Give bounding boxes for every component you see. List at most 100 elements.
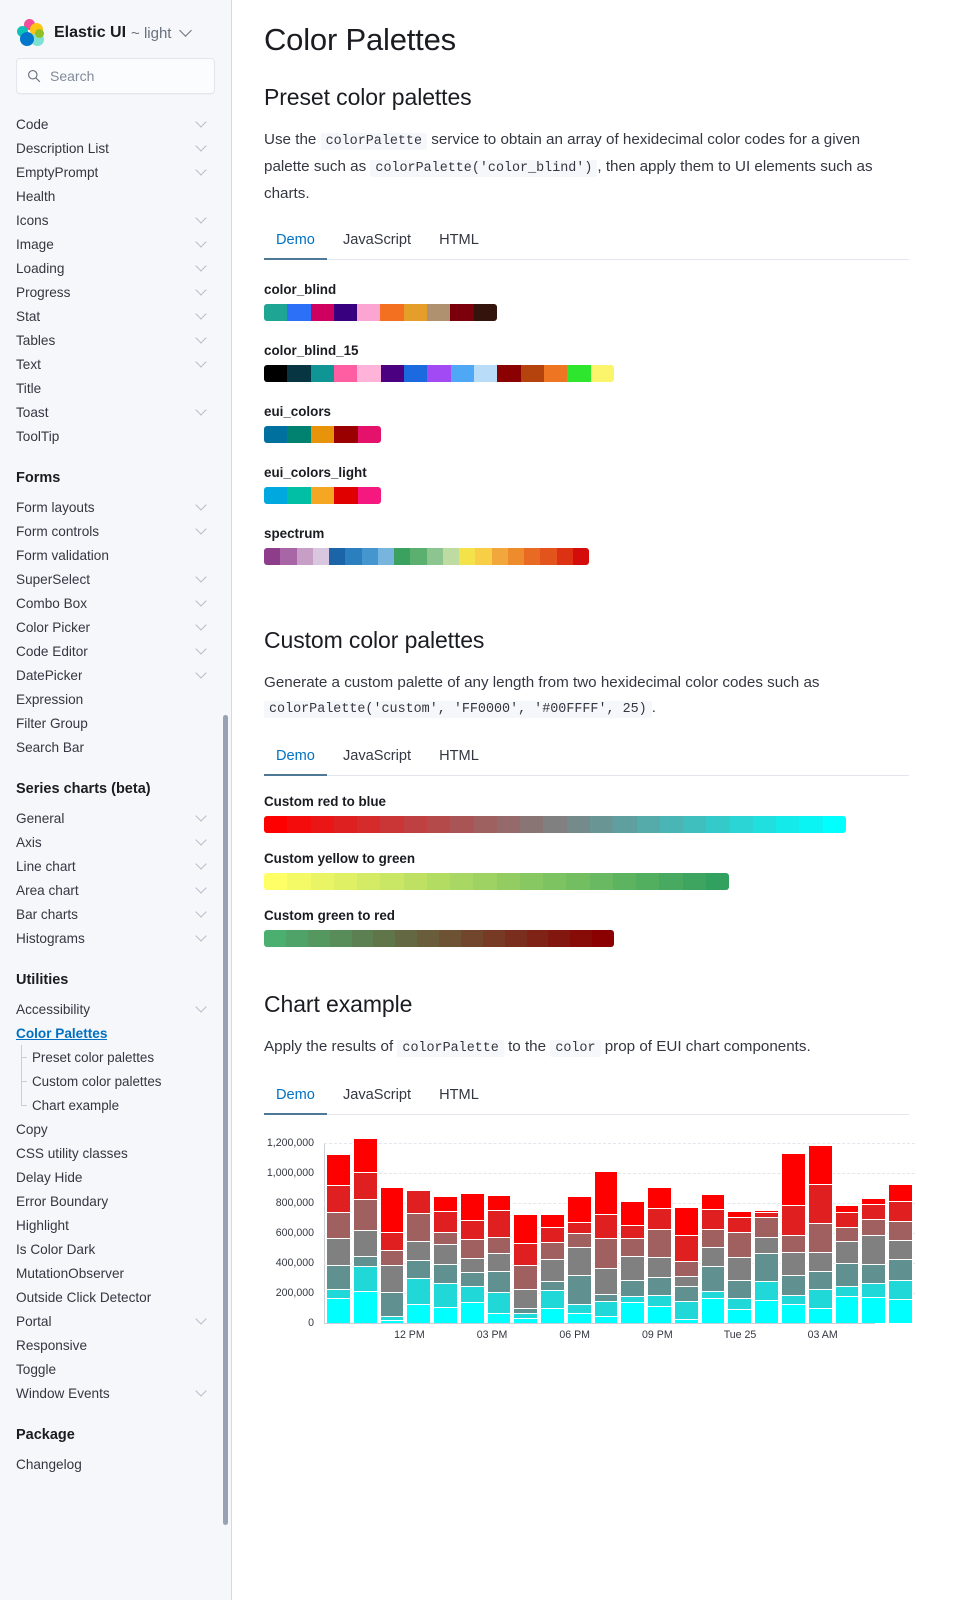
sidebar-scrollbar[interactable] [223,715,228,1525]
chevron-down-icon[interactable] [195,116,207,128]
sidebar-item-description-list[interactable]: Description List [0,136,231,160]
sidebar-item-highlight[interactable]: Highlight [0,1213,231,1237]
sidebar-item-combo-box[interactable]: Combo Box [0,591,231,615]
chevron-down-icon[interactable] [195,571,207,583]
chevron-down-icon[interactable] [195,906,207,918]
chevron-down-icon[interactable] [195,164,207,176]
chevron-down-icon[interactable] [195,356,207,368]
sidebar-item-datepicker[interactable]: DatePicker [0,663,231,687]
sidebar-item-stat[interactable]: Stat [0,304,231,328]
sidebar-item-color-picker[interactable]: Color Picker [0,615,231,639]
chart-y-tick-label: 800,000 [275,1197,314,1209]
sidebar-item-outside-click-detector[interactable]: Outside Click Detector [0,1285,231,1309]
sidebar-item-form-layouts[interactable]: Form layouts [0,495,231,519]
sidebar-item-form-controls[interactable]: Form controls [0,519,231,543]
sidebar-item-changelog[interactable]: Changelog [0,1452,231,1476]
tabs-custom[interactable]: Demo JavaScript HTML [264,740,909,776]
sidebar-item-toast[interactable]: Toast [0,400,231,424]
sidebar-item-histograms[interactable]: Histograms [0,926,231,950]
sidebar-item-filter-group[interactable]: Filter Group [0,711,231,735]
chevron-down-icon[interactable] [195,882,207,894]
chevron-down-icon[interactable] [195,499,207,511]
sidebar-item-tables[interactable]: Tables [0,328,231,352]
sidebar-item-is-color-dark[interactable]: Is Color Dark [0,1237,231,1261]
chevron-down-icon[interactable] [179,24,193,37]
chevron-down-icon[interactable] [195,930,207,942]
sidebar-item-css-utility-classes[interactable]: CSS utility classes [0,1141,231,1165]
palette-block: spectrum [264,526,915,565]
sidebar-item-expression[interactable]: Expression [0,687,231,711]
sidebar-item-emptyprompt[interactable]: EmptyPrompt [0,160,231,184]
sidebar-item-window-events[interactable]: Window Events [0,1381,231,1405]
sidebar-item-line-chart[interactable]: Line chart [0,854,231,878]
sidebar-item-error-boundary[interactable]: Error Boundary [0,1189,231,1213]
chevron-down-icon[interactable] [195,1385,207,1397]
chevron-down-icon[interactable] [195,619,207,631]
sidebar-item-bar-charts[interactable]: Bar charts [0,902,231,926]
sidebar-subitem-preset-color-palettes[interactable]: Preset color palettes [0,1045,231,1069]
sidebar-item-area-chart[interactable]: Area chart [0,878,231,902]
chart-bar-segment [326,1212,351,1238]
search-input[interactable]: Search [16,58,215,94]
sidebar-item-copy[interactable]: Copy [0,1117,231,1141]
tab-html[interactable]: HTML [427,740,491,776]
chevron-down-icon[interactable] [195,404,207,416]
chevron-down-icon[interactable] [195,1001,207,1013]
sidebar-item-code[interactable]: Code [0,112,231,136]
chevron-down-icon[interactable] [195,284,207,296]
sidebar-item-title[interactable]: Title [0,376,231,400]
chevron-down-icon[interactable] [195,523,207,535]
chevron-down-icon[interactable] [195,140,207,152]
sidebar-item-tooltip[interactable]: ToolTip [0,424,231,448]
tabs-preset[interactable]: Demo JavaScript HTML [264,224,909,260]
tab-demo[interactable]: Demo [264,224,327,260]
sidebar-subitem-chart-example[interactable]: Chart example [0,1093,231,1117]
tab-demo[interactable]: Demo [264,1079,327,1115]
sidebar-item-color-palettes[interactable]: Color Palettes [0,1021,231,1045]
gradient-step [612,873,636,890]
chevron-down-icon[interactable] [195,858,207,870]
sidebar-item-responsive[interactable]: Responsive [0,1333,231,1357]
sidebar-item-superselect[interactable]: SuperSelect [0,567,231,591]
sidebar-item-image[interactable]: Image [0,232,231,256]
chevron-down-icon[interactable] [195,810,207,822]
sidebar-item-accessibility[interactable]: Accessibility [0,997,231,1021]
sidebar-item-progress[interactable]: Progress [0,280,231,304]
sidebar-item-axis[interactable]: Axis [0,830,231,854]
sidebar-subitem-custom-color-palettes[interactable]: Custom color palettes [0,1069,231,1093]
tab-javascript[interactable]: JavaScript [331,740,423,776]
sidebar-item-code-editor[interactable]: Code Editor [0,639,231,663]
sidebar-item-mutationobserver[interactable]: MutationObserver [0,1261,231,1285]
sidebar-item-text[interactable]: Text [0,352,231,376]
sidebar-item-form-validation[interactable]: Form validation [0,543,231,567]
tab-html[interactable]: HTML [427,224,491,260]
chevron-down-icon[interactable] [195,667,207,679]
sidebar-item-health[interactable]: Health [0,184,231,208]
sidebar-nav[interactable]: Code Description List EmptyPrompt Health Ico… [0,112,231,1600]
chevron-down-icon[interactable] [195,1313,207,1325]
sidebar-item-portal[interactable]: Portal [0,1309,231,1333]
tab-html[interactable]: HTML [427,1079,491,1115]
chart-bar-segment [566,1195,592,1222]
sidebar-item-label: Area chart [16,882,79,898]
sidebar-item-loading[interactable]: Loading [0,256,231,280]
tab-demo[interactable]: Demo [264,740,327,776]
chevron-down-icon[interactable] [195,236,207,248]
chevron-down-icon[interactable] [195,308,207,320]
tabs-chart[interactable]: Demo JavaScript HTML [264,1079,909,1115]
sidebar-item-delay-hide[interactable]: Delay Hide [0,1165,231,1189]
sidebar-item-icons[interactable]: Icons [0,208,231,232]
chevron-down-icon[interactable] [195,260,207,272]
chevron-down-icon[interactable] [195,212,207,224]
tab-javascript[interactable]: JavaScript [331,1079,423,1115]
app-title[interactable]: Elastic UI ~ light [54,24,193,42]
chevron-down-icon[interactable] [195,595,207,607]
tab-javascript[interactable]: JavaScript [331,224,423,260]
palette-name: spectrum [264,526,325,541]
sidebar-item-general[interactable]: General [0,806,231,830]
chevron-down-icon[interactable] [195,332,207,344]
sidebar-item-search-bar[interactable]: Search Bar [0,735,231,759]
chevron-down-icon[interactable] [195,643,207,655]
chevron-down-icon[interactable] [195,834,207,846]
sidebar-item-toggle[interactable]: Toggle [0,1357,231,1381]
